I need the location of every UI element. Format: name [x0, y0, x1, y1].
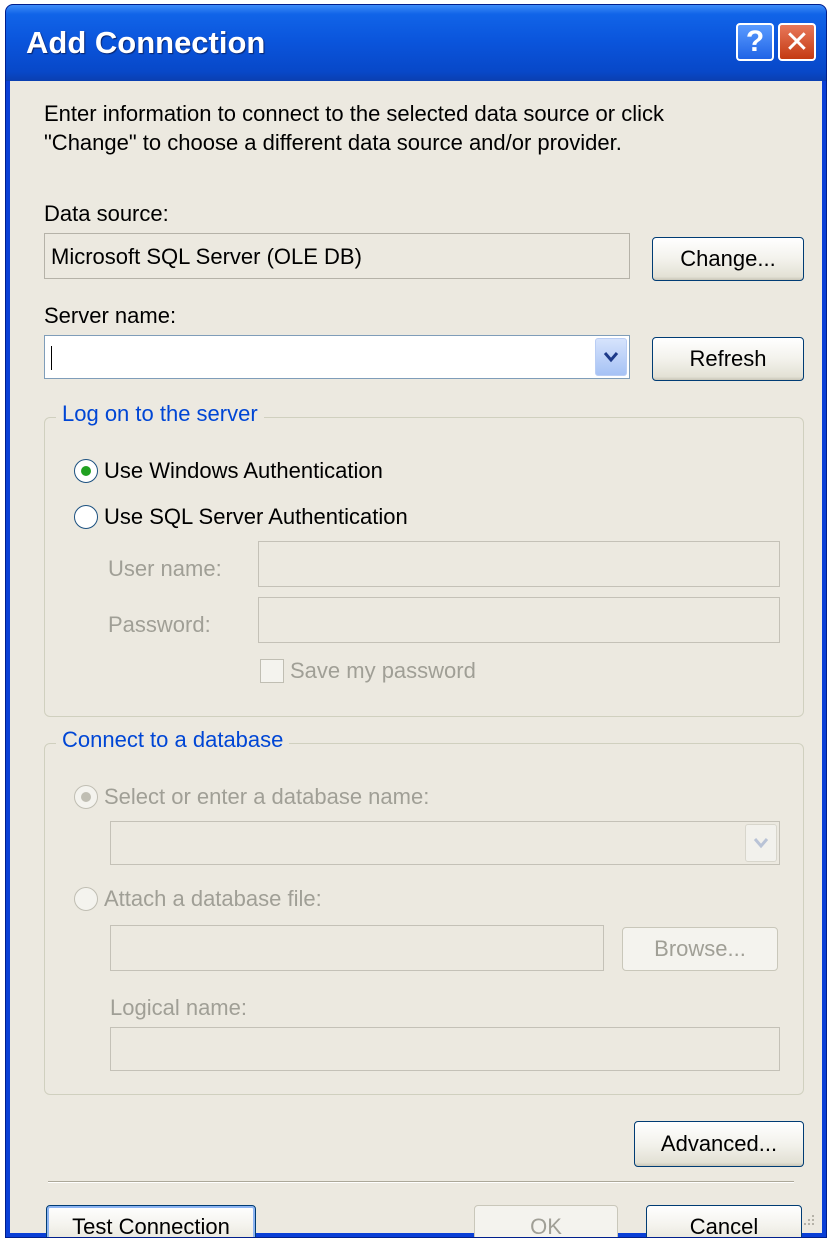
attach-database-label[interactable]: Attach a database file:	[104, 886, 322, 912]
username-input[interactable]	[258, 541, 780, 587]
select-database-label[interactable]: Select or enter a database name:	[104, 784, 429, 810]
intro-line-1: Enter information to connect to the sele…	[44, 101, 664, 126]
button-separator	[48, 1181, 794, 1183]
data-source-label: Data source:	[44, 201, 169, 226]
attach-database-radio[interactable]	[74, 887, 98, 911]
radio-selected-dot	[81, 466, 91, 476]
help-icon: ?	[745, 25, 765, 58]
advanced-button[interactable]: Advanced...	[634, 1121, 804, 1167]
intro-line-2: "Change" to choose a different data sour…	[44, 130, 622, 155]
windows-auth-radio[interactable]	[74, 459, 98, 483]
save-password-label[interactable]: Save my password	[290, 658, 476, 684]
cancel-button[interactable]: Cancel	[646, 1205, 802, 1237]
intro-text: Enter information to connect to the sele…	[44, 99, 664, 157]
data-source-value: Microsoft SQL Server (OLE DB)	[51, 244, 362, 269]
dialog-title: Add Connection	[26, 25, 266, 60]
title-bar[interactable]: Add Connection ? ✕	[6, 5, 826, 81]
logon-legend: Log on to the server	[56, 401, 264, 427]
sql-auth-radio[interactable]	[74, 505, 98, 529]
password-label: Password:	[108, 612, 211, 637]
chevron-down-icon	[753, 838, 769, 849]
password-input[interactable]	[258, 597, 780, 643]
username-label: User name:	[108, 556, 222, 581]
change-button[interactable]: Change...	[652, 237, 804, 281]
ok-button[interactable]: OK	[474, 1205, 618, 1237]
windows-auth-label[interactable]: Use Windows Authentication	[104, 458, 383, 484]
select-database-radio[interactable]	[74, 785, 98, 809]
database-name-dropdown-button[interactable]	[745, 824, 777, 862]
help-button[interactable]: ?	[736, 23, 774, 61]
resize-grip-icon[interactable]	[802, 1213, 816, 1227]
radio-selected-dot	[81, 792, 91, 802]
data-source-field: Microsoft SQL Server (OLE DB)	[44, 233, 630, 279]
browse-button[interactable]: Browse...	[622, 927, 778, 971]
close-button[interactable]: ✕	[778, 23, 816, 61]
save-password-checkbox[interactable]	[260, 659, 284, 683]
dialog-body: Enter information to connect to the sele…	[10, 81, 822, 1237]
database-name-combobox[interactable]	[110, 821, 780, 865]
close-icon: ✕	[784, 25, 810, 59]
text-cursor	[51, 346, 52, 370]
chevron-down-icon	[603, 352, 619, 363]
server-name-label: Server name:	[44, 303, 177, 328]
refresh-button[interactable]: Refresh	[652, 337, 804, 381]
logical-name-label: Logical name:	[110, 995, 247, 1020]
test-connection-button[interactable]: Test Connection	[46, 1205, 256, 1237]
logical-name-input[interactable]	[110, 1027, 780, 1071]
database-legend: Connect to a database	[56, 727, 290, 753]
server-name-combobox[interactable]	[44, 335, 630, 379]
add-connection-dialog: Add Connection ? ✕ Enter information to …	[5, 4, 827, 1238]
server-name-dropdown-button[interactable]	[595, 338, 627, 376]
database-file-input[interactable]	[110, 925, 604, 971]
sql-auth-label[interactable]: Use SQL Server Authentication	[104, 504, 408, 530]
